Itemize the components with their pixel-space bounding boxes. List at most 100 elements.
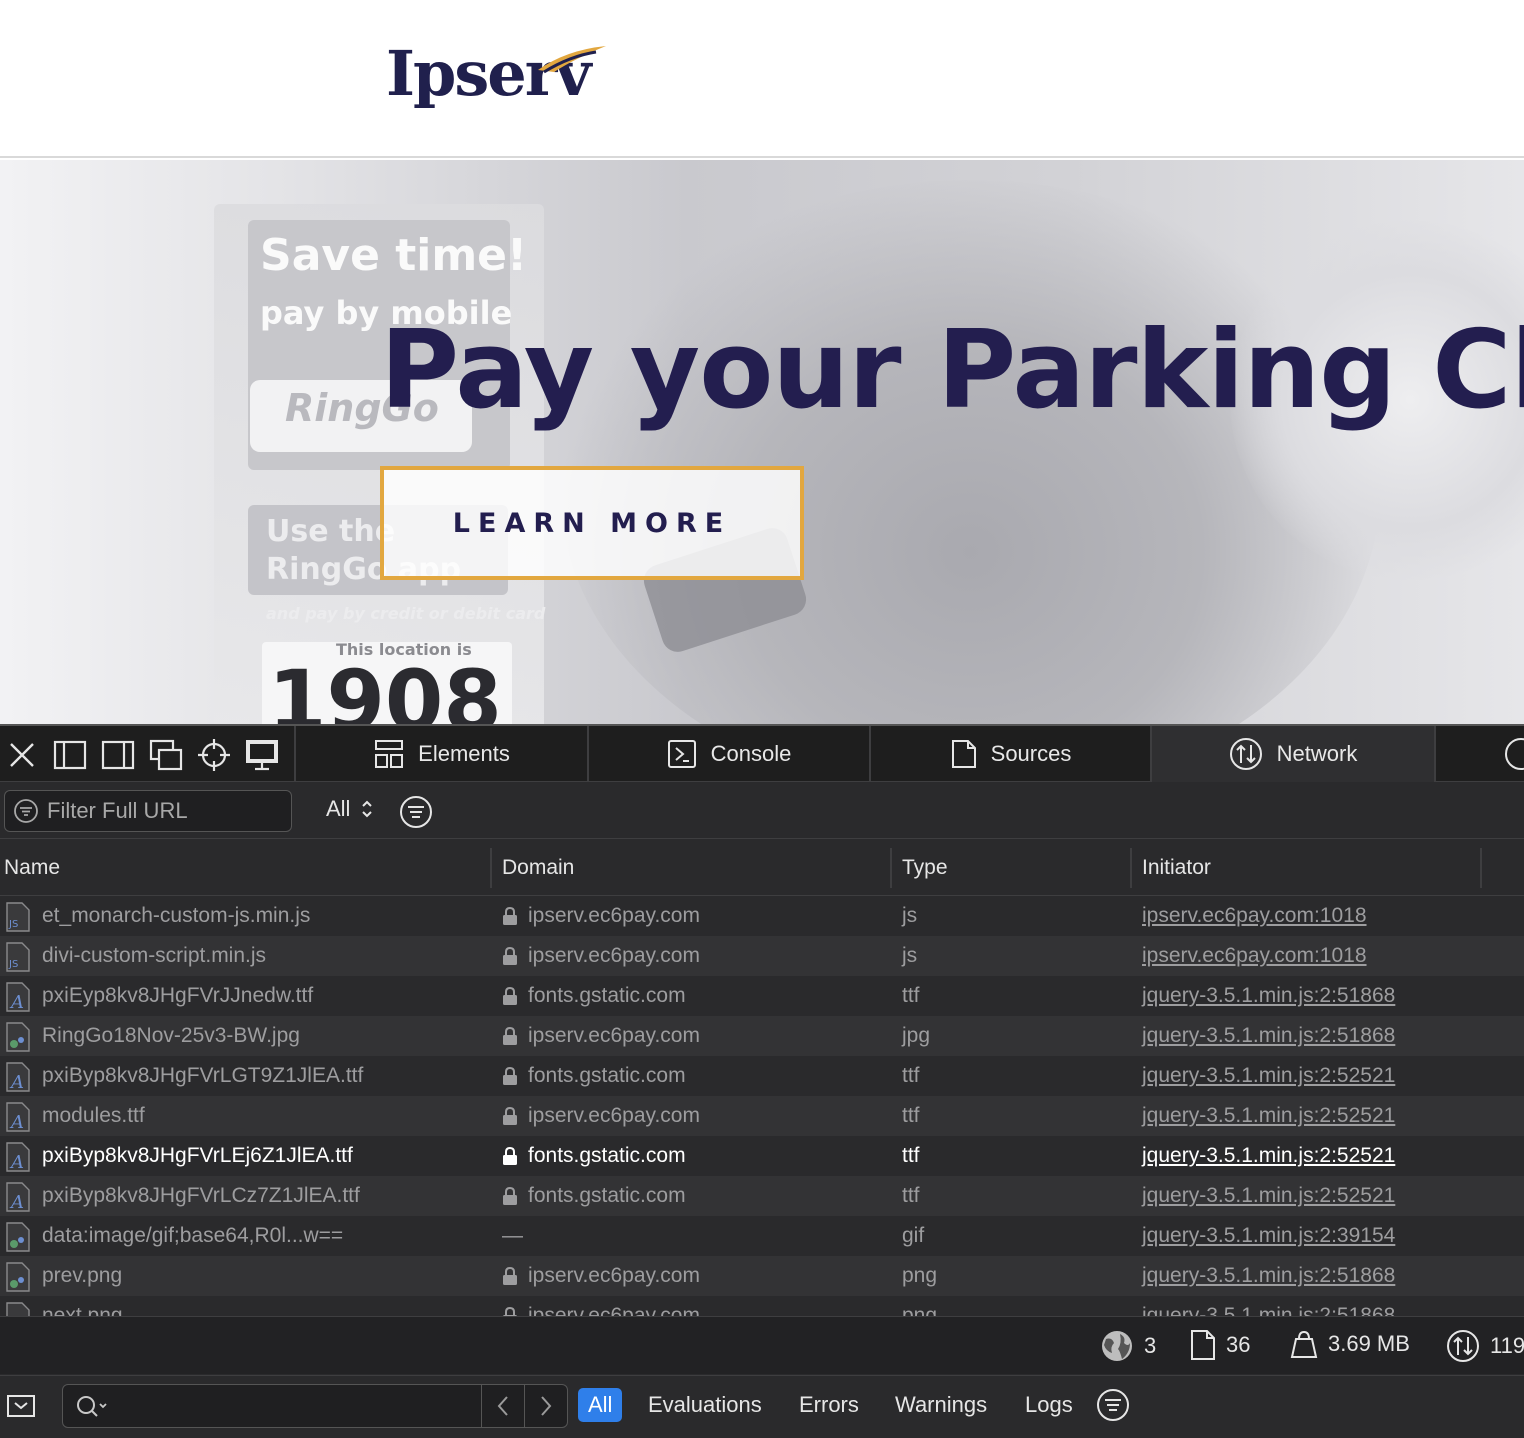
- lock-icon: [503, 1186, 517, 1205]
- request-name: prev.png: [42, 1264, 123, 1287]
- level-evaluations-button[interactable]: Evaluations: [638, 1388, 772, 1422]
- total-size: 3.69 MB: [1328, 1331, 1410, 1356]
- column-name-label: Name: [4, 856, 61, 879]
- request-type: ttf: [902, 1064, 920, 1087]
- column-divider[interactable]: [490, 848, 492, 888]
- tab-network[interactable]: Network: [1150, 726, 1434, 782]
- device-settings-button[interactable]: [242, 735, 282, 775]
- table-row[interactable]: ApxiByp8kv8JHgFVrLCz7Z1JlEA.ttf fonts.gst…: [0, 1176, 1524, 1216]
- level-errors-button[interactable]: Errors: [789, 1388, 869, 1422]
- request-initiator-link[interactable]: jquery-3.5.1.min.js:2:51868: [1142, 1016, 1395, 1056]
- request-initiator-link[interactable]: jquery-3.5.1.min.js:2:52521: [1142, 1136, 1395, 1176]
- font-file-icon: A: [6, 982, 30, 1012]
- table-row[interactable]: prev.png ipserv.ec6pay.com png jquery-3.5.1…: [0, 1256, 1524, 1296]
- learn-more-button[interactable]: LEARN MORE: [380, 466, 804, 580]
- lock-icon: [503, 1266, 517, 1285]
- filter-options-button[interactable]: [399, 795, 433, 834]
- request-name: RingGo18Nov-25v3-BW.jpg: [42, 1024, 300, 1047]
- filter-url-field[interactable]: [4, 790, 292, 832]
- toggle-console-button[interactable]: [6, 1392, 36, 1425]
- resource-type-select[interactable]: All: [326, 796, 374, 822]
- request-type: gif: [902, 1224, 925, 1247]
- svg-text:A: A: [9, 1112, 24, 1132]
- column-name-header[interactable]: Name: [4, 840, 60, 896]
- sign-use-text: Use the: [266, 514, 396, 549]
- request-initiator-link[interactable]: ipserv.ec6pay.com:1018: [1142, 936, 1367, 976]
- request-domain-text: fonts.gstatic.com: [528, 1064, 686, 1087]
- tab-console-label: Console: [710, 741, 792, 766]
- console-search-field[interactable]: [62, 1384, 568, 1428]
- dock-right-button[interactable]: [98, 735, 138, 775]
- request-type: png: [902, 1304, 938, 1316]
- image-file-icon: [6, 1262, 30, 1292]
- level-all-button[interactable]: All: [578, 1388, 623, 1422]
- request-initiator-link[interactable]: jquery-3.5.1.min.js:2:52521: [1142, 1056, 1395, 1096]
- table-row[interactable]: ApxiByp8kv8JHgFVrLGT9Z1JlEA.ttf fonts.gst…: [0, 1056, 1524, 1096]
- lock-icon: [503, 1066, 517, 1085]
- table-row[interactable]: ApxiEyp8kv8JHgFVrJJnedw.ttf fonts.gstatic…: [0, 976, 1524, 1016]
- table-row[interactable]: JS divi-custom-script.min.js ipserv.ec6pay…: [0, 936, 1524, 976]
- tab-network-label: Network: [1276, 741, 1358, 766]
- column-divider[interactable]: [1480, 848, 1482, 888]
- column-type-header[interactable]: Type: [902, 840, 948, 896]
- filter-icon: [14, 799, 38, 823]
- site-header: Ipserv: [0, 0, 1524, 158]
- console-filter-options-button[interactable]: [1096, 1388, 1130, 1427]
- level-errors-label: Errors: [799, 1392, 859, 1417]
- font-file-icon: A: [6, 1182, 30, 1212]
- lock-icon: [503, 906, 517, 925]
- request-initiator-link[interactable]: jquery-3.5.1.min.js:2:51868: [1142, 1296, 1395, 1316]
- detach-window-button[interactable]: [146, 735, 186, 775]
- tab-more[interactable]: [1434, 726, 1524, 782]
- tab-sources[interactable]: Sources: [869, 726, 1151, 782]
- level-logs-button[interactable]: Logs: [1015, 1388, 1083, 1422]
- request-domain: ipserv.ec6pay.com: [502, 1296, 700, 1316]
- dock-left-button[interactable]: [50, 735, 90, 775]
- size-stat: 3.69 MB: [1290, 1329, 1410, 1359]
- request-type: ttf: [902, 1104, 920, 1127]
- svg-text:A: A: [9, 1152, 24, 1172]
- request-initiator-link[interactable]: jquery-3.5.1.min.js:2:52521: [1142, 1096, 1395, 1136]
- console-search-input[interactable]: [119, 1393, 479, 1419]
- ipserv-logo[interactable]: Ipserv: [386, 38, 606, 110]
- table-row[interactable]: data:image/gif;base64,R0l...w== — gif jquer…: [0, 1216, 1524, 1256]
- globe-icon: [1102, 1331, 1132, 1361]
- level-warnings-button[interactable]: Warnings: [885, 1388, 997, 1422]
- request-initiator-link[interactable]: jquery-3.5.1.min.js:2:51868: [1142, 1256, 1395, 1296]
- column-domain-header[interactable]: Domain: [502, 840, 574, 896]
- level-logs-label: Logs: [1025, 1392, 1073, 1417]
- chevron-right-icon: [540, 1396, 551, 1416]
- close-icon: [10, 743, 34, 767]
- request-domain: ipserv.ec6pay.com: [502, 1096, 700, 1136]
- request-initiator-link[interactable]: ipserv.ec6pay.com:1018: [1142, 896, 1367, 936]
- element-picker-button[interactable]: [194, 735, 234, 775]
- level-warnings-label: Warnings: [895, 1392, 988, 1417]
- detach-window-icon: [149, 739, 183, 771]
- search-next-button[interactable]: [524, 1385, 566, 1427]
- table-row[interactable]: RingGo18Nov-25v3-BW.jpg ipserv.ec6pay.com…: [0, 1016, 1524, 1056]
- request-initiator-link[interactable]: jquery-3.5.1.min.js:2:52521: [1142, 1176, 1395, 1216]
- font-file-icon: A: [6, 1142, 30, 1172]
- request-initiator-link[interactable]: jquery-3.5.1.min.js:2:51868: [1142, 976, 1395, 1016]
- table-row[interactable]: Amodules.ttf ipserv.ec6pay.com ttf jquery-3…: [0, 1096, 1524, 1136]
- column-initiator-header[interactable]: Initiator: [1142, 840, 1211, 896]
- table-row[interactable]: ApxiByp8kv8JHgFVrLEj6Z1JlEA.ttf fonts.gst…: [0, 1136, 1524, 1176]
- table-row[interactable]: next.png ipserv.ec6pay.com png jquery-3.5.1…: [0, 1296, 1524, 1316]
- learn-more-label: LEARN MORE: [452, 507, 732, 539]
- search-icon: [77, 1396, 107, 1417]
- sign-save-text: Save time!: [260, 230, 528, 281]
- filter-url-input[interactable]: [47, 798, 277, 824]
- filter-options-icon: [1097, 1389, 1129, 1421]
- svg-text:A: A: [9, 1192, 24, 1212]
- table-row[interactable]: JS et_monarch-custom-js.min.js ipserv.ec6p…: [0, 896, 1524, 936]
- column-divider[interactable]: [1130, 848, 1132, 888]
- tab-console[interactable]: Console: [587, 726, 869, 782]
- search-previous-button[interactable]: [481, 1385, 523, 1427]
- request-initiator-link[interactable]: jquery-3.5.1.min.js:2:39154: [1142, 1216, 1395, 1256]
- column-divider[interactable]: [890, 848, 892, 888]
- tab-elements[interactable]: Elements: [294, 726, 588, 782]
- column-type-label: Type: [902, 856, 948, 879]
- close-inspector-button[interactable]: [2, 735, 42, 775]
- document-icon: [1191, 1330, 1215, 1360]
- request-name: et_monarch-custom-js.min.js: [42, 904, 311, 927]
